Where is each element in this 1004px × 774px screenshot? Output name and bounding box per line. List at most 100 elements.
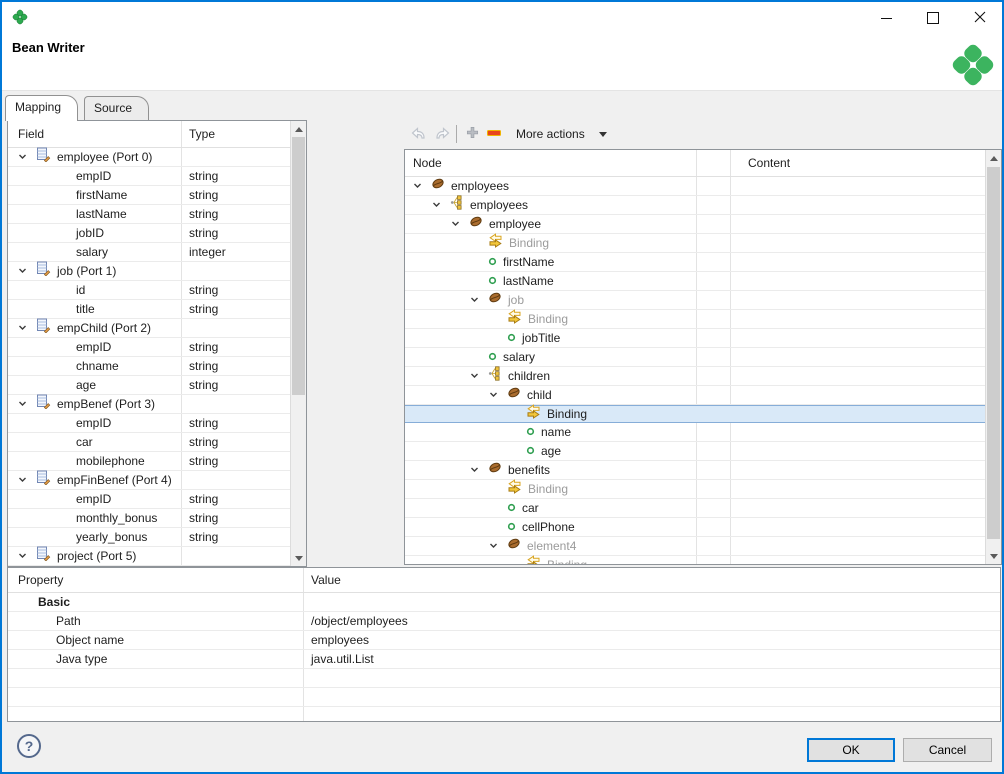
property-row-path[interactable]: Path/object/employees	[8, 612, 1000, 631]
tree-row-salary[interactable]: salary	[405, 348, 988, 367]
property-name: Basic	[38, 593, 70, 611]
port-row[interactable]: empChild (Port 2)	[8, 319, 292, 338]
tree-row-children[interactable]: children	[405, 367, 988, 386]
port-row[interactable]: empBenef (Port 3)	[8, 395, 292, 414]
help-button[interactable]: ?	[17, 734, 41, 758]
field-row[interactable]: monthly_bonusstring	[8, 509, 292, 528]
chevron-down-icon[interactable]	[18, 471, 36, 489]
tree-row-child[interactable]: child	[405, 386, 988, 405]
tree-node-label: Binding	[547, 556, 587, 565]
tree-row-age[interactable]: age	[405, 442, 988, 461]
tree-row-employee[interactable]: employee	[405, 215, 988, 234]
tree-row-lastname[interactable]: lastName	[405, 272, 988, 291]
tree-row-benefits[interactable]: benefits	[405, 461, 988, 480]
add-mapping-button[interactable]	[462, 123, 482, 145]
tree-row-job[interactable]: job	[405, 291, 988, 310]
chevron-down-icon[interactable]	[18, 262, 36, 280]
field-name: empID	[76, 338, 111, 356]
property-row-empty[interactable]	[8, 688, 1000, 707]
scroll-up-icon[interactable]	[291, 121, 306, 137]
chevron-down-icon[interactable]	[470, 367, 488, 385]
field-name: chname	[76, 357, 119, 375]
field-row[interactable]: empIDstring	[8, 490, 292, 509]
cancel-button[interactable]: Cancel	[903, 738, 992, 762]
field-type: string	[189, 357, 218, 375]
field-row[interactable]: yearly_bonusstring	[8, 528, 292, 547]
undo-button[interactable]	[408, 123, 430, 145]
chevron-down-icon[interactable]	[489, 386, 507, 404]
chevron-down-icon[interactable]	[18, 395, 36, 413]
tree-row-name[interactable]: name	[405, 423, 988, 442]
field-row[interactable]: idstring	[8, 281, 292, 300]
chevron-down-icon[interactable]	[470, 291, 488, 309]
scrollbar-thumb[interactable]	[292, 137, 305, 395]
field-name: lastName	[76, 205, 127, 223]
tree-row-binding[interactable]: Binding	[405, 480, 988, 499]
tree-row-binding[interactable]: Binding	[405, 310, 988, 329]
field-row[interactable]: firstNamestring	[8, 186, 292, 205]
scroll-up-icon[interactable]	[986, 150, 1001, 166]
minimize-button[interactable]	[869, 5, 903, 31]
chevron-down-icon[interactable]	[432, 196, 450, 214]
tree-row-binding[interactable]: Binding	[405, 556, 988, 565]
close-button[interactable]	[963, 5, 997, 31]
field-row[interactable]: empIDstring	[8, 167, 292, 186]
tree-row-employees[interactable]: employees	[405, 196, 988, 215]
property-row-empty[interactable]	[8, 669, 1000, 688]
field-name: empID	[76, 490, 111, 508]
tree-node-label: employee	[489, 215, 541, 233]
field-row[interactable]: salaryinteger	[8, 243, 292, 262]
field-table: Field Type employee (Port 0)empIDstringf…	[7, 120, 307, 567]
maximize-button[interactable]	[916, 5, 950, 31]
port-label: employee (Port 0)	[57, 148, 152, 166]
bean-icon	[488, 461, 502, 479]
field-row[interactable]: mobilephonestring	[8, 452, 292, 471]
remove-mapping-button[interactable]	[484, 123, 504, 145]
chevron-down-icon[interactable]	[18, 319, 36, 337]
tree-row-firstname[interactable]: firstName	[405, 253, 988, 272]
tab-source[interactable]: Source	[84, 96, 149, 120]
ok-button[interactable]: OK	[807, 738, 895, 762]
field-row[interactable]: agestring	[8, 376, 292, 395]
property-row-basic[interactable]: Basic	[8, 593, 1000, 612]
field-row[interactable]: jobIDstring	[8, 224, 292, 243]
port-row[interactable]: employee (Port 0)	[8, 148, 292, 167]
tab-mapping[interactable]: Mapping	[5, 95, 78, 121]
tree-row-cellphone[interactable]: cellPhone	[405, 518, 988, 537]
chevron-down-icon[interactable]	[18, 547, 36, 565]
port-row[interactable]: empFinBenef (Port 4)	[8, 471, 292, 490]
tree-row-employees[interactable]: employees	[405, 177, 988, 196]
field-row[interactable]: empIDstring	[8, 338, 292, 357]
field-row[interactable]: chname string	[8, 357, 292, 376]
field-table-scrollbar[interactable]	[290, 121, 306, 566]
node-table-scrollbar[interactable]	[985, 150, 1001, 564]
tree-row-binding[interactable]: Binding	[405, 405, 988, 423]
tree-row-binding[interactable]: Binding	[405, 234, 988, 253]
property-row-java-type[interactable]: Java typejava.util.List	[8, 650, 1000, 669]
tree-node-label: employees	[470, 196, 528, 214]
field-row[interactable]: lastNamestring	[8, 205, 292, 224]
scroll-down-icon[interactable]	[986, 548, 1001, 564]
property-row-empty[interactable]	[8, 707, 1000, 722]
field-row[interactable]: empIDstring	[8, 414, 292, 433]
property-row-object-name[interactable]: Object nameemployees	[8, 631, 1000, 650]
redo-button[interactable]	[431, 123, 453, 145]
tree-node-label: job	[508, 291, 524, 309]
port-row[interactable]: project (Port 5)	[8, 547, 292, 566]
binding-icon	[526, 404, 541, 423]
scroll-down-icon[interactable]	[291, 550, 306, 566]
chevron-down-icon[interactable]	[470, 461, 488, 479]
field-row[interactable]: carstring	[8, 433, 292, 452]
chevron-down-icon[interactable]	[489, 537, 507, 555]
chevron-down-icon[interactable]	[413, 177, 431, 195]
field-name: jobID	[76, 224, 104, 242]
tree-row-element4[interactable]: element4	[405, 537, 988, 556]
scrollbar-thumb[interactable]	[987, 167, 1000, 539]
chevron-down-icon[interactable]	[451, 215, 469, 233]
field-row[interactable]: titlestring	[8, 300, 292, 319]
port-row[interactable]: job (Port 1)	[8, 262, 292, 281]
tree-row-jobtitle[interactable]: jobTitle	[405, 329, 988, 348]
chevron-down-icon[interactable]	[18, 148, 36, 166]
tree-row-car[interactable]: car	[405, 499, 988, 518]
more-actions-button[interactable]: More actions	[510, 123, 613, 145]
